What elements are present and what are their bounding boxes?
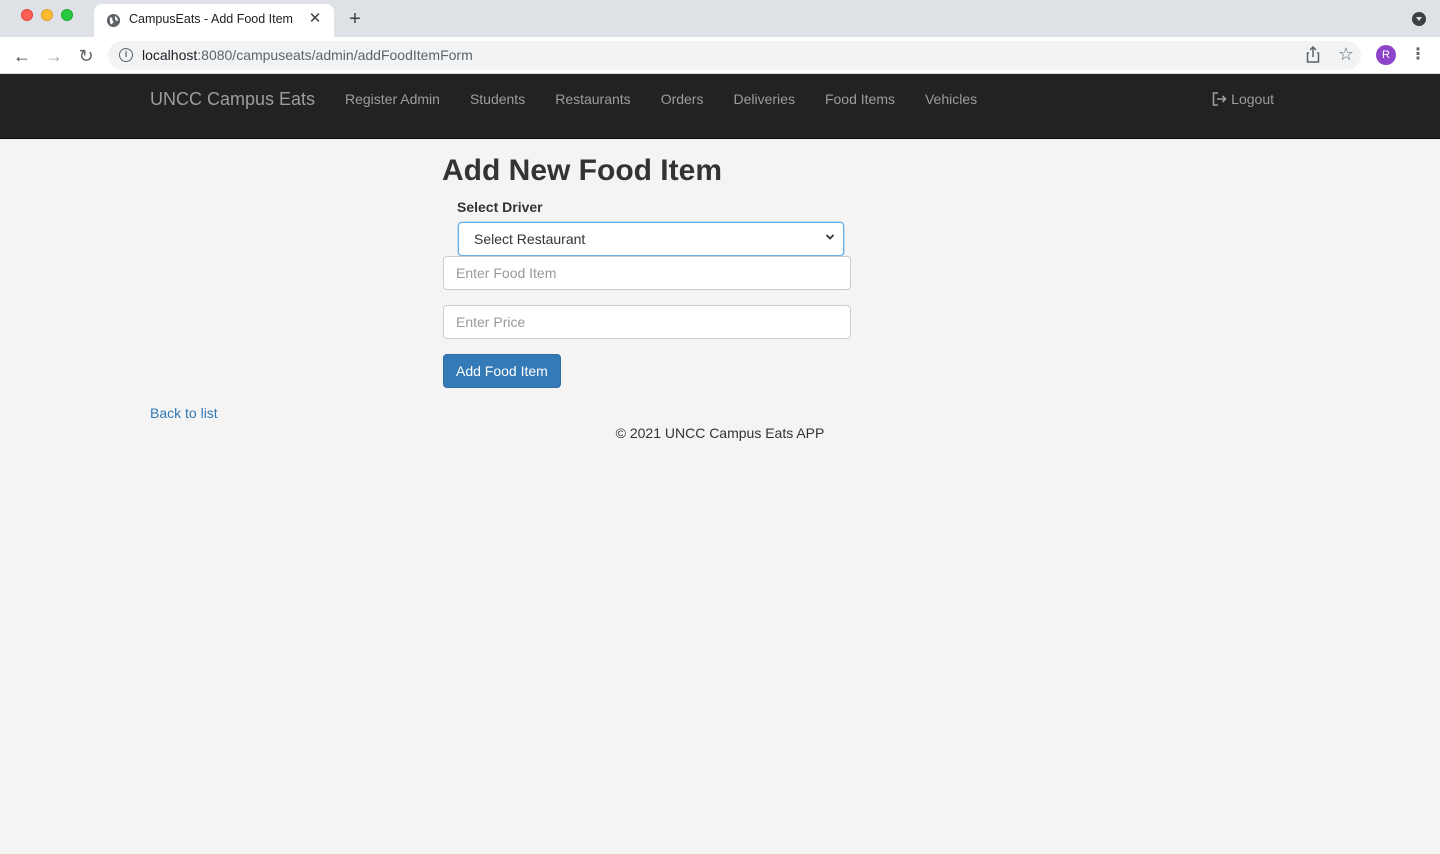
tab-search-icon[interactable] [1412,12,1426,26]
logout-icon [1212,92,1227,106]
chevron-down-icon [825,234,835,240]
nav-students[interactable]: Students [455,74,540,124]
nav-register-admin[interactable]: Register Admin [330,74,455,124]
add-food-item-button[interactable]: Add Food Item [443,354,561,388]
price-input[interactable]: Enter Price [443,305,851,339]
restaurant-select[interactable]: Select Restaurant [458,222,844,256]
brand-link[interactable]: UNCC Campus Eats [150,89,315,109]
globe-icon [106,13,121,28]
maximize-window-button[interactable] [61,9,73,21]
logout-label: Logout [1231,91,1274,107]
tab-title: CampusEats - Add Food Item [129,12,293,26]
site-info-icon[interactable]: i [119,48,133,62]
nav-food-items[interactable]: Food Items [810,74,910,124]
forward-arrow-icon[interactable]: → [41,43,67,69]
restaurant-select-value: Select Restaurant [474,231,586,247]
new-tab-button[interactable]: + [344,8,366,30]
browser-tab[interactable]: CampusEats - Add Food Item ✕ [94,4,334,37]
food-item-input[interactable]: Enter Food Item [443,256,851,290]
address-bar[interactable]: i localhost:8080/campuseats/admin/addFoo… [108,41,1361,70]
minimize-window-button[interactable] [41,9,53,21]
logout-button[interactable]: Logout [1212,74,1274,124]
url-path: :8080/campuseats/admin/addFoodItemForm [197,47,473,63]
url-host: localhost [142,47,198,63]
nav-restaurants[interactable]: Restaurants [540,74,645,124]
nav-deliveries[interactable]: Deliveries [718,74,809,124]
bookmark-star-icon[interactable]: ☆ [1336,43,1356,65]
back-to-list-link[interactable]: Back to list [150,404,218,422]
profile-avatar[interactable]: R [1376,45,1396,65]
browser-menu-icon[interactable]: ⋮ [1409,45,1427,65]
reload-icon[interactable]: ↻ [73,43,99,69]
nav-links: Register Admin Students Restaurants Orde… [330,74,992,124]
url-text: localhost:8080/campuseats/admin/addFoodI… [142,47,473,63]
page-title: Add New Food Item [442,154,722,187]
browser-tabstrip: CampusEats - Add Food Item ✕ + [0,0,1440,37]
browser-toolbar: ← → ↻ i localhost:8080/campuseats/admin/… [0,37,1440,74]
nav-orders[interactable]: Orders [646,74,719,124]
price-placeholder: Enter Price [456,314,526,330]
food-item-placeholder: Enter Food Item [456,265,557,281]
site-navbar: UNCC Campus Eats Register Admin Students… [0,74,1440,139]
share-icon[interactable] [1305,46,1321,64]
footer-copyright: © 2021 UNCC Campus Eats APP [615,425,825,441]
close-window-button[interactable] [21,9,33,21]
select-driver-label: Select Driver [457,199,543,215]
back-arrow-icon[interactable]: ← [9,43,35,69]
nav-vehicles[interactable]: Vehicles [910,74,992,124]
tab-close-icon[interactable]: ✕ [306,10,324,28]
